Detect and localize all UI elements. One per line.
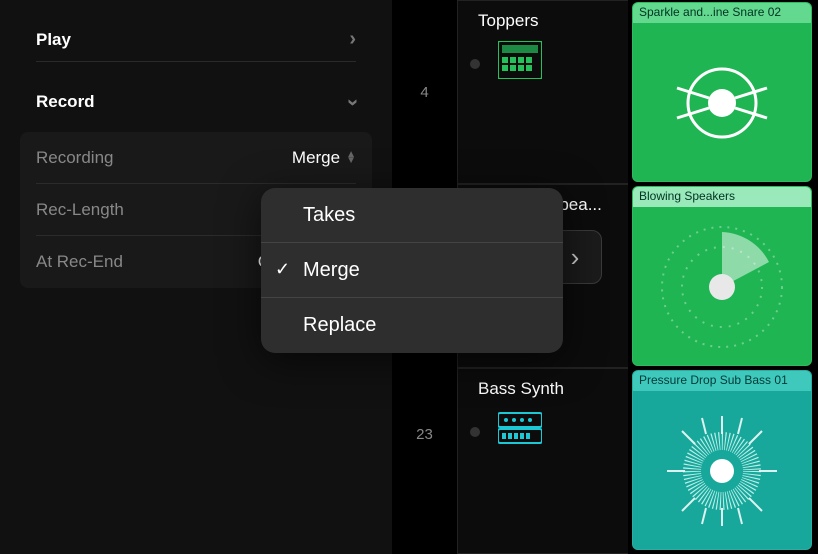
drum-machine-icon xyxy=(498,41,542,79)
clip-cell-pressure-drop[interactable]: Pressure Drop Sub Bass 01 xyxy=(632,370,812,550)
synth-rack-icon xyxy=(498,409,542,447)
clip-title: Blowing Speakers xyxy=(633,187,811,207)
recording-mode-popover: Takes ✓ Merge Replace xyxy=(261,188,563,353)
track-name-label: Toppers xyxy=(478,11,538,31)
stepper-icon: ▲▼ xyxy=(346,152,356,164)
popover-option-merge[interactable]: ✓ Merge xyxy=(261,243,563,298)
clip-title: Sparkle and...ine Snare 02 xyxy=(633,3,811,23)
popover-option-takes[interactable]: Takes xyxy=(261,188,563,243)
checkmark-icon: ✓ xyxy=(275,259,290,280)
record-label: Record xyxy=(36,92,95,112)
chevron-down-icon: › xyxy=(341,98,364,106)
track-status-dot xyxy=(470,427,480,437)
recording-mode-value: Merge xyxy=(292,148,340,168)
record-section-header[interactable]: Record › xyxy=(36,80,356,124)
chevron-right-icon: › xyxy=(349,28,356,51)
track-name-label: Bass Synth xyxy=(478,379,564,399)
track-header-bass-synth[interactable]: Bass Synth xyxy=(458,368,628,554)
popover-option-replace[interactable]: Replace xyxy=(261,298,563,353)
gutter-number: 4 xyxy=(392,84,457,101)
track-header-toppers[interactable]: Toppers xyxy=(458,0,628,184)
play-section-header[interactable]: Play › xyxy=(36,18,356,62)
recording-mode-row[interactable]: Recording Merge ▲▼ xyxy=(36,132,356,184)
loop-radar-icon xyxy=(633,207,811,366)
clip-cell-sparkle-snare[interactable]: Sparkle and...ine Snare 02 xyxy=(632,2,812,182)
loop-burst-icon xyxy=(633,391,811,550)
track-status-dot xyxy=(470,59,480,69)
chevron-right-icon: › xyxy=(571,242,580,273)
option-label: Takes xyxy=(303,204,355,227)
option-label: Merge xyxy=(303,259,360,282)
play-label: Play xyxy=(36,30,71,50)
at-rec-end-label: At Rec-End xyxy=(36,252,123,272)
option-label: Replace xyxy=(303,314,376,337)
clip-cell-blowing-speakers[interactable]: Blowing Speakers xyxy=(632,186,812,366)
rec-length-label: Rec-Length xyxy=(36,200,124,220)
clip-title: Pressure Drop Sub Bass 01 xyxy=(633,371,811,391)
loop-waveform-icon xyxy=(633,23,811,182)
recording-mode-label: Recording xyxy=(36,148,114,168)
gutter-number: 23 xyxy=(392,426,457,443)
